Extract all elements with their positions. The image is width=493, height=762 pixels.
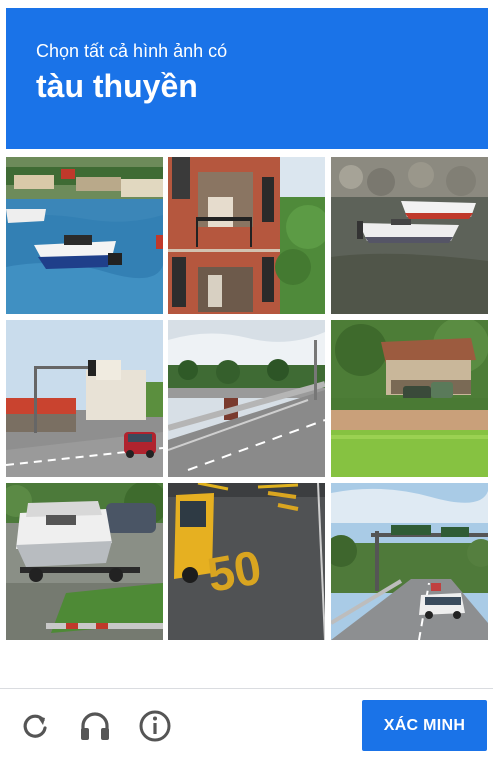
captcha-dialog: Chọn tất cả hình ảnh có tàu thuyền 50 XÁ… [0, 0, 493, 762]
highway-overpass-image [168, 320, 325, 477]
highway-gantry-image [331, 483, 488, 640]
prompt-target: tàu thuyền [36, 68, 198, 104]
brick-building-image [168, 157, 325, 314]
reload-icon [23, 714, 47, 738]
farmhouse-field-image [331, 320, 488, 477]
image-tile-7[interactable] [6, 483, 163, 640]
road-marking-image: 50 [168, 483, 325, 640]
reload-button[interactable] [17, 708, 53, 744]
image-grid: 50 [6, 157, 488, 640]
boats-harbor-image [6, 157, 163, 314]
footer-divider [0, 688, 493, 689]
audio-challenge-button[interactable] [77, 708, 113, 744]
image-tile-1[interactable] [6, 157, 163, 314]
challenge-header: Chọn tất cả hình ảnh có tàu thuyền [6, 8, 488, 149]
info-icon [139, 710, 171, 742]
verify-button[interactable]: XÁC MINH [362, 700, 487, 751]
image-tile-6[interactable] [331, 320, 488, 477]
image-tile-9[interactable] [331, 483, 488, 640]
image-tile-3[interactable] [331, 157, 488, 314]
image-tile-5[interactable] [168, 320, 325, 477]
boat-trailer-image [6, 483, 163, 640]
help-info-button[interactable] [137, 708, 173, 744]
image-tile-2[interactable] [168, 157, 325, 314]
street-traffic-light-image [6, 320, 163, 477]
prompt-text: Chọn tất cả hình ảnh có [36, 41, 228, 61]
headphones-icon [81, 712, 109, 740]
boats-shore-image [331, 157, 488, 314]
image-tile-4[interactable] [6, 320, 163, 477]
road-number-text: 50 [204, 541, 266, 602]
image-tile-8[interactable]: 50 [168, 483, 325, 640]
